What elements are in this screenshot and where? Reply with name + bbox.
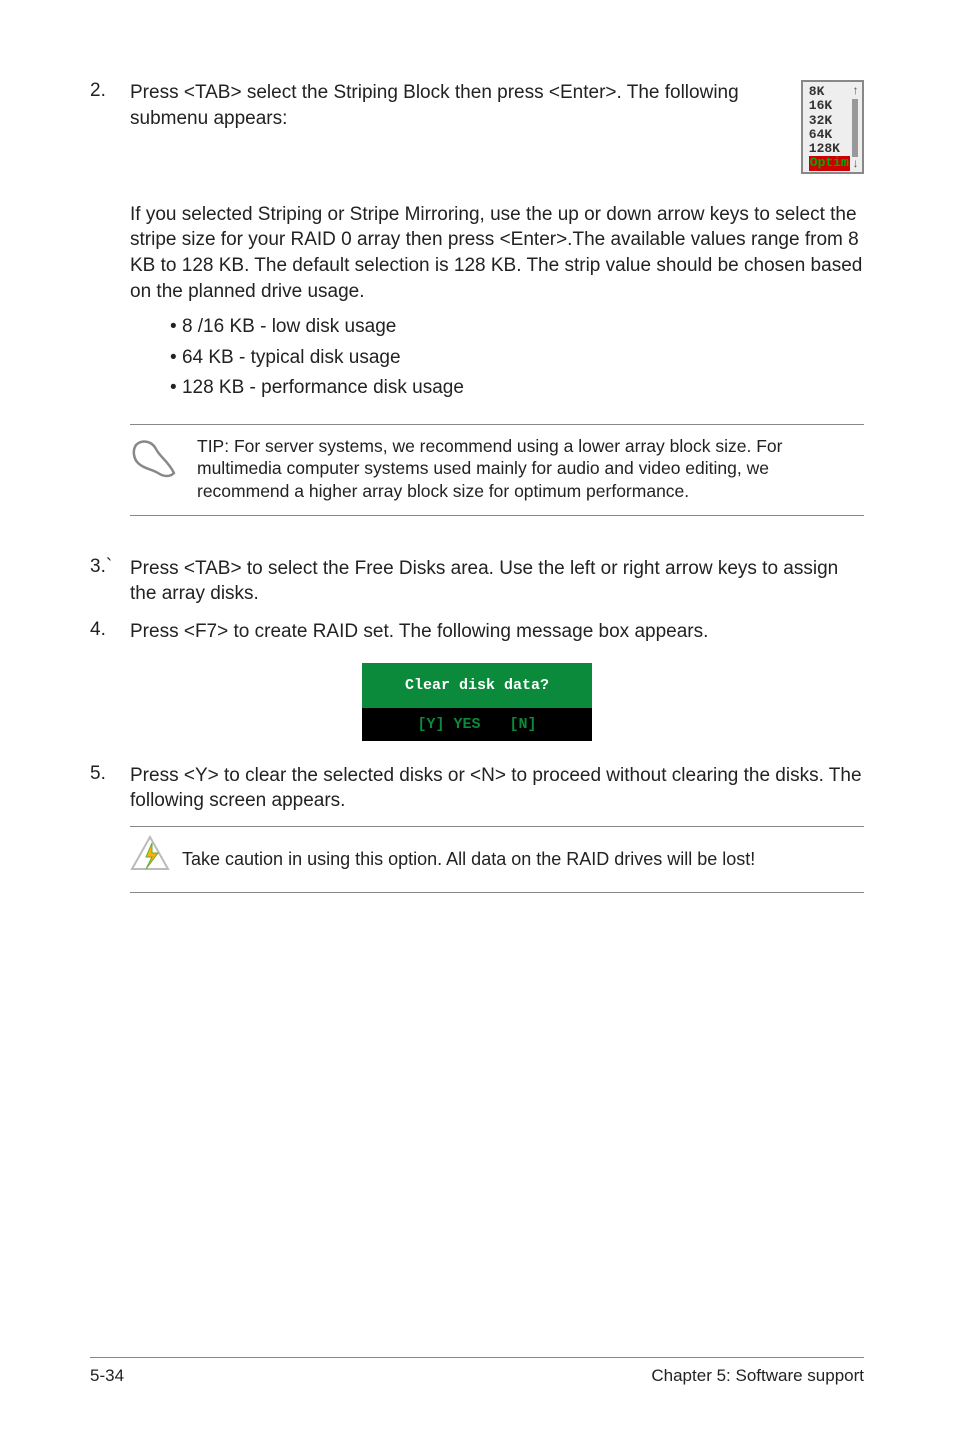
step-5: 5. Press <Y> to clear the selected disks… [90,763,864,814]
dialog-options: [Y] YES [N] [362,708,592,741]
dialog-no: [N] [510,716,537,733]
stripe-option: 8K [809,85,850,99]
step-4: 4. Press <F7> to create RAID set. The fo… [90,619,864,645]
stripe-option: 16K [809,99,850,113]
tip-block: TIP: For server systems, we recommend us… [130,424,864,516]
step-3: 3.` Press <TAB> to select the Free Disks… [90,556,864,607]
caution-lightning-icon [130,835,170,884]
step-3-number: 3.` [90,556,130,578]
step-2-number: 2. [90,80,130,102]
step-3-text: Press <TAB> to select the Free Disks are… [130,556,864,607]
caution-block: Take caution in using this option. All d… [130,826,864,893]
step-4-number: 4. [90,619,130,641]
step-2-body: Press <TAB> select the Striping Block th… [130,80,864,174]
disk-usage-list: 8 /16 KB - low disk usage 64 KB - typica… [170,312,864,403]
tip-hand-icon [130,435,182,488]
striping-explanation: If you selected Striping or Stripe Mirro… [130,202,864,305]
stripe-submenu-box: 8K 16K 32K 64K 128K Optim ↑ ↓ [801,80,864,174]
tip-text: TIP: For server systems, we recommend us… [197,435,864,503]
stripe-submenu-list: 8K 16K 32K 64K 128K Optim [809,85,850,171]
disk-usage-item: 8 /16 KB - low disk usage [170,312,864,342]
step-5-text: Press <Y> to clear the selected disks or… [130,763,864,814]
stripe-option-highlight: Optim [809,156,850,170]
clear-disk-dialog: Clear disk data? [Y] YES [N] [362,663,592,741]
chapter-title: Chapter 5: Software support [651,1366,864,1386]
caution-text: Take caution in using this option. All d… [182,848,755,871]
page-number: 5-34 [90,1366,124,1386]
disk-usage-item: 64 KB - typical disk usage [170,343,864,373]
page-footer: 5-34 Chapter 5: Software support [90,1357,864,1386]
step-4-text: Press <F7> to create RAID set. The follo… [130,619,864,645]
step-2-text: Press <TAB> select the Striping Block th… [130,80,781,131]
stripe-option: 64K [809,128,850,142]
dialog-title: Clear disk data? [362,663,592,708]
step-5-number: 5. [90,763,130,785]
dialog-yes: [Y] YES [417,716,480,733]
stripe-option: 128K [809,142,850,156]
stripe-option: 32K [809,114,850,128]
step-2: 2. Press <TAB> select the Striping Block… [90,80,864,174]
submenu-scroll-icons: ↑ ↓ [852,85,859,171]
disk-usage-item: 128 KB - performance disk usage [170,373,864,403]
